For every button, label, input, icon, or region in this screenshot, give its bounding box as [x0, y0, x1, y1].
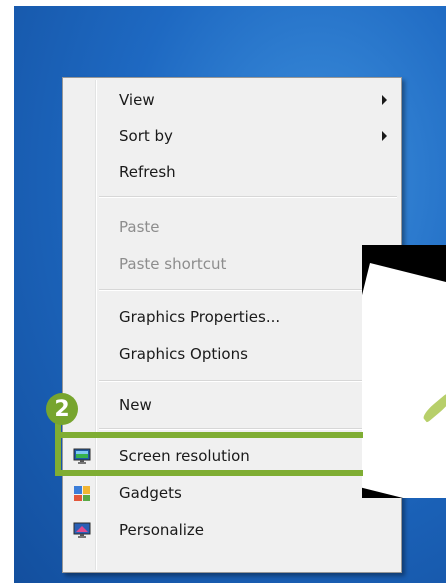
menu-item-view[interactable]: View [65, 83, 399, 117]
highlight-frame-top [61, 432, 363, 438]
menu-item-label: Sort by [119, 127, 173, 145]
menu-item-label: Gadgets [119, 484, 182, 502]
menu-item-paste-shortcut: Paste shortcut [65, 247, 399, 281]
highlight-frame-left [55, 418, 61, 476]
image-paper [362, 263, 446, 498]
menu-item-label: Paste shortcut [119, 255, 227, 273]
menu-item-paste: Paste [65, 210, 399, 244]
personalize-icon [73, 521, 91, 539]
menu-item-personalize[interactable]: Personalize [65, 513, 399, 547]
menu-item-screen-resolution[interactable]: Screen resolution [65, 439, 399, 473]
menu-item-label: New [119, 396, 152, 414]
desktop-context-menu: View Sort by Refresh Paste Paste shortcu… [62, 77, 402, 573]
highlight-frame-bottom [61, 470, 363, 476]
menu-item-label: View [119, 91, 155, 109]
menu-item-sort-by[interactable]: Sort by [65, 119, 399, 153]
menu-separator [99, 289, 397, 291]
menu-item-graphics-options[interactable]: Graphics Options [65, 337, 399, 371]
menu-separator [99, 380, 397, 382]
menu-item-graphics-properties[interactable]: Graphics Properties... [65, 300, 399, 334]
overlapping-image [362, 245, 446, 498]
menu-item-label: Paste [119, 218, 160, 236]
monitor-icon [73, 447, 91, 465]
submenu-arrow-icon [382, 131, 387, 141]
step-number-badge: 2 [46, 393, 78, 425]
menu-item-label: Graphics Properties... [119, 308, 281, 326]
gadgets-icon [73, 484, 91, 502]
menu-item-label: Personalize [119, 521, 205, 539]
menu-separator [99, 428, 397, 430]
submenu-arrow-icon [382, 95, 387, 105]
menu-item-label: Screen resolution [119, 447, 250, 465]
menu-item-gadgets[interactable]: Gadgets [65, 476, 399, 510]
menu-item-label: Graphics Options [119, 345, 248, 363]
menu-item-refresh[interactable]: Refresh [65, 155, 399, 189]
menu-separator [99, 196, 397, 198]
menu-item-new[interactable]: New [65, 388, 399, 422]
menu-item-label: Refresh [119, 163, 176, 181]
